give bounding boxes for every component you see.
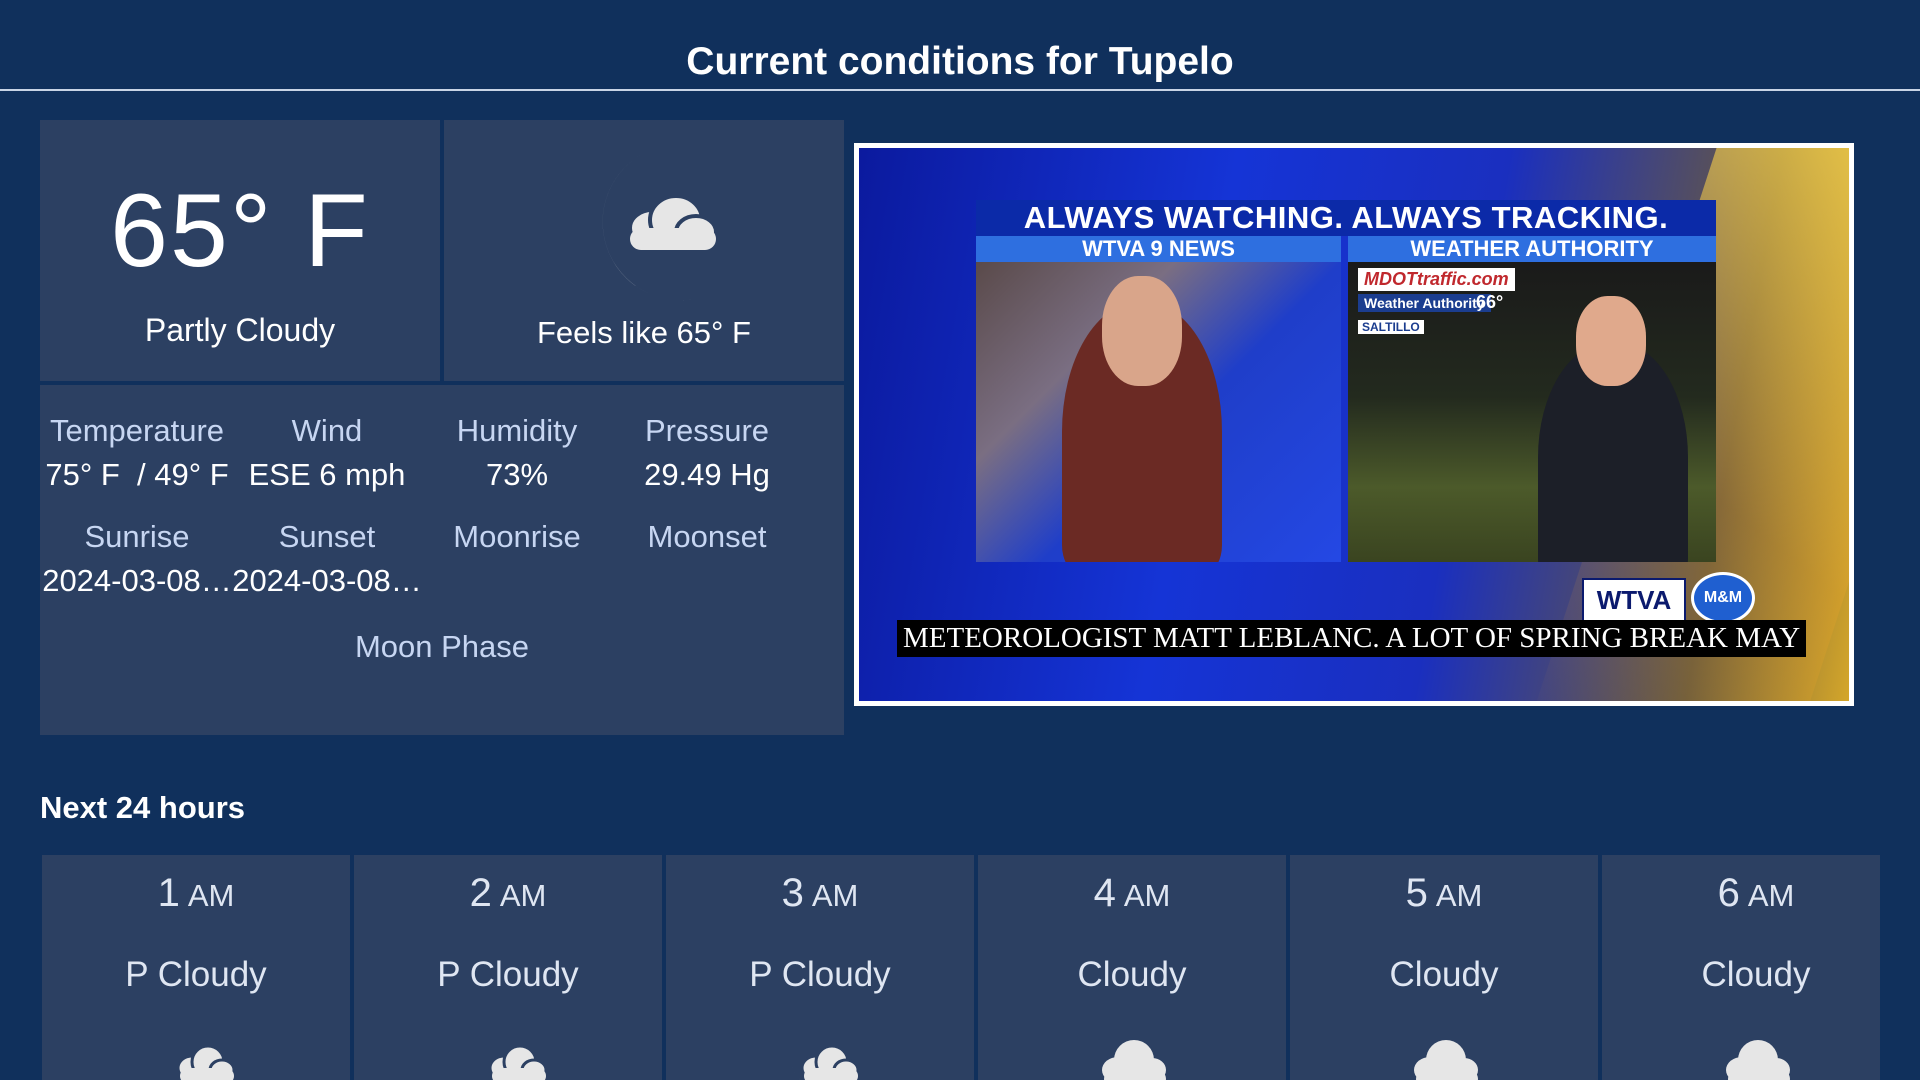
current-temperature: 65° F [110,173,370,289]
hour-time: 2 AM [354,871,662,916]
video-banner: ALWAYS WATCHING. ALWAYS TRACKING. [976,200,1716,236]
details-panel: Temperature 75° F / 49° F Wind ESE 6 mph… [40,385,844,735]
wind-label: Wind [291,413,363,448]
anchor-video-pane [976,262,1341,562]
location-badge: SALTILLO [1358,320,1424,334]
weather-screen: Current conditions for Tupelo 65° F Part… [0,0,1920,1080]
moonset-label: Moonset [647,519,767,554]
hour-number: 4 [1093,871,1116,915]
wind-value: ESE 6 mph [248,457,406,492]
current-temperature-panel: 65° F Partly Cloudy [40,120,440,381]
moonrise-detail: Moonrise [422,519,612,555]
hour-time: 4 AM [978,871,1286,916]
sunrise-value: 2024-03-08… [42,563,232,598]
feels-like-panel: Feels like 65° F [444,120,844,381]
moon-phase-label: Moon Phase [354,629,530,664]
hour-number: 2 [469,871,492,915]
hour-number: 1 [157,871,180,915]
hour-number: 3 [781,871,804,915]
meteorologist-video-pane: MDOTtraffic.com Weather Authority 66° SA… [1348,262,1716,562]
cloud-icon [1102,1040,1166,1080]
hour-card[interactable]: 6 AM Cloudy [1602,855,1880,1080]
hour-ampm: AM [1747,878,1795,913]
hour-number: 5 [1405,871,1428,915]
moon-cloud-icon [602,150,718,301]
news-video-player[interactable]: ALWAYS WATCHING. ALWAYS TRACKING. WTVA 9… [854,143,1854,706]
humidity-label: Humidity [456,413,578,448]
sunset-label: Sunset [278,519,376,554]
hour-ampm: AM [1123,878,1171,913]
title-divider [0,89,1920,91]
feels-like-text: Feels like 65° F [537,315,751,350]
cloud-icon [1726,1040,1790,1080]
mm-logo: M&M [1691,572,1755,624]
hour-condition: Cloudy [1077,955,1187,994]
temperature-label: Temperature [49,413,225,448]
hour-card[interactable]: 1 AM P Cloudy [42,855,350,1080]
moon-cloud-icon [790,1030,860,1080]
sunrise-label: Sunrise [84,519,190,554]
hour-card[interactable]: 5 AM Cloudy [1290,855,1598,1080]
pressure-value: 29.49 Hg [644,457,770,492]
page-title: Current conditions for Tupelo [686,40,1234,83]
weather-authority-badge: Weather Authority [1358,294,1491,312]
current-condition: Partly Cloudy [144,312,336,348]
forecast-title: Next 24 hours [40,790,246,825]
temperature-detail: Temperature 75° F / 49° F [42,413,232,493]
hour-ampm: AM [187,878,235,913]
moon-phase-detail: Moon Phase [347,629,537,665]
hour-ampm: AM [499,878,547,913]
hour-condition: Cloudy [1701,955,1811,994]
mdot-badge: MDOTtraffic.com [1358,268,1515,291]
sunset-value: 2024-03-08… [232,563,422,598]
hour-ampm: AM [811,878,859,913]
closed-caption: METEOROLOGIST MATT LEBLANC. A LOT OF SPR… [897,620,1807,657]
hour-condition: P Cloudy [437,955,579,994]
video-temp-badge: 66° [1476,292,1504,312]
hour-time: 1 AM [42,871,350,916]
hour-card[interactable]: 3 AM P Cloudy [666,855,974,1080]
moon-cloud-icon [166,1030,236,1080]
moonrise-label: Moonrise [453,519,581,554]
hour-time: 6 AM [1602,871,1910,916]
video-right-subtitle: WEATHER AUTHORITY [1348,236,1716,262]
hour-number: 6 [1717,871,1740,915]
anchor-head [1102,276,1182,386]
video-left-subtitle: WTVA 9 NEWS [976,236,1341,262]
hour-time: 3 AM [666,871,974,916]
wtva-logo: WTVA [1582,578,1686,622]
sunrise-detail: Sunrise 2024-03-08… [42,519,232,599]
moon-cloud-icon [478,1030,548,1080]
hour-card[interactable]: 2 AM P Cloudy [354,855,662,1080]
meteorologist-head [1576,296,1646,386]
humidity-detail: Humidity 73% [422,413,612,493]
hour-card[interactable]: 4 AM Cloudy [978,855,1286,1080]
temperature-range: 75° F / 49° F [45,457,229,492]
moonset-detail: Moonset [612,519,802,555]
wind-detail: Wind ESE 6 mph [232,413,422,493]
hour-condition: P Cloudy [749,955,891,994]
hour-ampm: AM [1435,878,1483,913]
sunset-detail: Sunset 2024-03-08… [232,519,422,599]
hour-condition: Cloudy [1389,955,1499,994]
humidity-value: 73% [485,457,549,492]
hour-condition: P Cloudy [125,955,267,994]
cloud-icon [1414,1040,1478,1080]
hour-time: 5 AM [1290,871,1598,916]
pressure-label: Pressure [644,413,770,448]
pressure-detail: Pressure 29.49 Hg [612,413,802,493]
